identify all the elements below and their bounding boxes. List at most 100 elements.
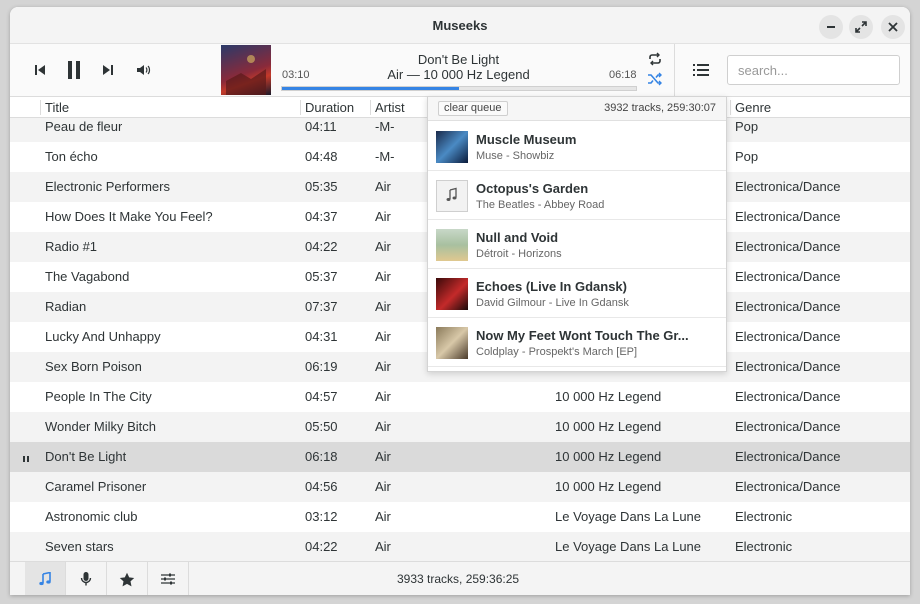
queue-popover: clear queue 3932 tracks, 259:30:07 Muscl… xyxy=(427,96,727,372)
previous-button[interactable] xyxy=(28,58,52,82)
skip-previous-icon xyxy=(35,65,45,75)
track-artist: Air xyxy=(375,329,391,344)
app-window: Museeks Don't Be Light 03:10 Air — 10 00… xyxy=(10,7,910,595)
track-artist: Air xyxy=(375,449,391,464)
track-row[interactable]: Don't Be Light 06:18 Air 10 000 Hz Legend El… xyxy=(10,442,910,472)
queue-item-title: Now My Feet Wont Touch The Gr... xyxy=(476,328,689,343)
track-genre: Electronic xyxy=(735,539,793,554)
queue-cover xyxy=(436,278,468,310)
track-album: Le Voyage Dans La Lune xyxy=(555,539,702,554)
track-duration: 07:37 xyxy=(305,299,338,314)
library-view-button[interactable] xyxy=(25,562,66,595)
track-album: 10 000 Hz Legend xyxy=(555,479,662,494)
music-note-icon xyxy=(39,572,51,586)
track-title: Caramel Prisoner xyxy=(45,479,147,494)
clear-queue-button[interactable]: clear queue xyxy=(438,101,508,116)
track-album: 10 000 Hz Legend xyxy=(555,419,662,434)
track-title: Wonder Milky Bitch xyxy=(45,419,157,434)
list-icon xyxy=(693,64,709,76)
track-duration: 06:18 xyxy=(305,449,338,464)
track-row[interactable]: Wonder Milky Bitch 05:50 Air 10 000 Hz Lege… xyxy=(10,412,910,442)
track-title: Sex Born Poison xyxy=(45,359,142,374)
queue-item-title: Echoes (Live In Gdansk) xyxy=(476,279,627,294)
queue-toggle-button[interactable] xyxy=(690,59,712,81)
queue-item-subtitle: Coldplay - Prospekt's March [EP] xyxy=(476,346,638,358)
track-artist: -M- xyxy=(375,119,395,134)
column-genre[interactable]: Genre xyxy=(730,100,771,115)
queue-item-title: Octopus's Garden xyxy=(476,181,589,196)
track-title: Electronic Performers xyxy=(45,179,170,194)
track-album: 10 000 Hz Legend xyxy=(555,389,662,404)
repeat-icon xyxy=(649,52,661,66)
progress-fill xyxy=(282,87,459,90)
queue-item[interactable]: Muscle Museum Muse - Showbiz xyxy=(428,122,726,171)
track-row[interactable]: People In The City 04:57 Air 10 000 Hz Lege… xyxy=(10,382,910,412)
minimize-button[interactable] xyxy=(819,15,843,39)
artists-view-button[interactable] xyxy=(66,562,107,595)
progress-bar[interactable] xyxy=(281,86,637,91)
track-artist: -M- xyxy=(375,149,395,164)
now-playing-artist-album: Air — 10 000 Hz Legend xyxy=(387,67,530,82)
track-title: Peau de fleur xyxy=(45,119,123,134)
track-artist: Air xyxy=(375,539,391,554)
track-artist: Air xyxy=(375,179,391,194)
track-duration: 04:31 xyxy=(305,329,338,344)
queue-item-subtitle: Muse - Showbiz xyxy=(476,150,555,162)
track-duration: 06:19 xyxy=(305,359,338,374)
track-title: Astronomic club xyxy=(45,509,138,524)
track-row[interactable]: Seven stars 04:22 Air Le Voyage Dans La Lun… xyxy=(10,532,910,561)
queue-item[interactable]: Octopus's Garden The Beatles - Abbey Road xyxy=(428,171,726,220)
track-duration: 04:57 xyxy=(305,389,338,404)
queue-item[interactable]: Echoes (Live In Gdansk) David Gilmour - L… xyxy=(428,269,726,318)
column-title[interactable]: Title xyxy=(40,100,69,115)
column-artist[interactable]: Artist xyxy=(370,100,405,115)
queue-item[interactable]: Now My Feet Wont Touch The Gr... Coldplay… xyxy=(428,318,726,367)
skip-next-icon xyxy=(103,65,113,75)
now-playing-cover xyxy=(221,45,271,95)
track-genre: Electronica/Dance xyxy=(735,389,841,404)
player-toolbar: Don't Be Light 03:10 Air — 10 000 Hz Leg… xyxy=(10,44,910,97)
column-duration[interactable]: Duration xyxy=(300,100,354,115)
track-artist: Air xyxy=(375,299,391,314)
track-genre: Electronica/Dance xyxy=(735,299,841,314)
now-playing-title: Don't Be Light xyxy=(417,52,500,67)
track-genre: Electronica/Dance xyxy=(735,209,841,224)
shuffle-button[interactable] xyxy=(645,69,665,89)
close-button[interactable] xyxy=(881,15,905,39)
minimize-icon xyxy=(827,26,835,28)
track-album: Le Voyage Dans La Lune xyxy=(555,509,702,524)
track-duration: 04:22 xyxy=(305,239,338,254)
maximize-button[interactable] xyxy=(849,15,873,39)
track-row[interactable]: Caramel Prisoner 04:56 Air 10 000 Hz Legend… xyxy=(10,472,910,502)
track-duration: 04:11 xyxy=(305,119,337,134)
queue-item-subtitle: Détroit - Horizons xyxy=(476,248,562,260)
track-row[interactable]: Astronomic club 03:12 Air Le Voyage Dans La… xyxy=(10,502,910,532)
star-icon xyxy=(119,572,135,586)
track-title: Seven stars xyxy=(45,539,114,554)
queue-item[interactable]: Null and Void Détroit - Horizons xyxy=(428,220,726,269)
track-genre: Pop xyxy=(735,119,759,134)
music-note-icon xyxy=(436,180,468,212)
queue-item-title: Null and Void xyxy=(476,230,559,245)
track-duration: 03:12 xyxy=(305,509,338,524)
track-genre: Electronica/Dance xyxy=(735,449,841,464)
library-summary: 3933 tracks, 259:36:25 xyxy=(397,572,520,586)
footer-bar: 3933 tracks, 259:36:25 xyxy=(10,561,910,595)
track-duration: 04:22 xyxy=(305,539,338,554)
queue-item-subtitle: David Gilmour - Live In Gdansk xyxy=(476,297,629,309)
next-button[interactable] xyxy=(96,58,120,82)
favorites-view-button[interactable] xyxy=(107,562,148,595)
total-time: 06:18 xyxy=(609,69,637,81)
settings-view-button[interactable] xyxy=(148,562,189,595)
pause-button[interactable] xyxy=(62,58,86,82)
repeat-button[interactable] xyxy=(645,49,665,69)
track-title: Lucky And Unhappy xyxy=(45,329,161,344)
track-artist: Air xyxy=(375,209,391,224)
track-artist: Air xyxy=(375,389,391,404)
toolbar-divider xyxy=(674,44,675,97)
volume-button[interactable] xyxy=(132,58,156,82)
track-genre: Electronica/Dance xyxy=(735,479,841,494)
track-title: Radio #1 xyxy=(45,239,98,254)
search-input[interactable] xyxy=(727,55,900,85)
track-duration: 05:35 xyxy=(305,179,338,194)
